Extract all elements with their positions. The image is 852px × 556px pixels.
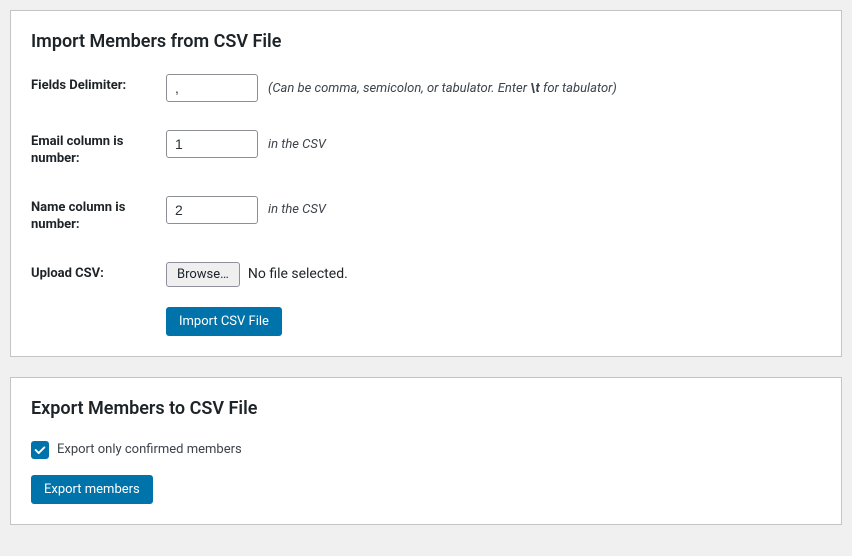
upload-row: Upload CSV: Browse… No file selected. [31, 262, 821, 287]
import-panel: Import Members from CSV File Fields Deli… [10, 10, 842, 357]
name-col-control: in the CSV [166, 196, 326, 224]
delimiter-row: Fields Delimiter: (Can be comma, semicol… [31, 74, 821, 102]
browse-button[interactable]: Browse… [166, 262, 240, 287]
delimiter-hint: (Can be comma, semicolon, or tabulator. … [268, 81, 617, 96]
import-submit-row: Import CSV File [166, 307, 821, 336]
email-col-input[interactable] [166, 130, 258, 158]
delimiter-input[interactable] [166, 74, 258, 102]
export-panel: Export Members to CSV File Export only c… [10, 377, 842, 525]
delimiter-label: Fields Delimiter: [31, 74, 166, 95]
email-col-control: in the CSV [166, 130, 326, 158]
name-col-label: Name column is number: [31, 196, 166, 234]
email-col-hint: in the CSV [268, 137, 326, 152]
import-title: Import Members from CSV File [31, 31, 821, 52]
upload-label: Upload CSV: [31, 262, 166, 283]
check-icon [33, 443, 47, 457]
email-col-row: Email column is number: in the CSV [31, 130, 821, 168]
name-col-row: Name column is number: in the CSV [31, 196, 821, 234]
confirmed-row: Export only confirmed members [31, 441, 821, 459]
file-status: No file selected. [248, 266, 348, 282]
import-button[interactable]: Import CSV File [166, 307, 282, 336]
confirmed-label: Export only confirmed members [57, 442, 242, 457]
export-button[interactable]: Export members [31, 475, 153, 504]
name-col-input[interactable] [166, 196, 258, 224]
email-col-label: Email column is number: [31, 130, 166, 168]
export-title: Export Members to CSV File [31, 398, 821, 419]
name-col-hint: in the CSV [268, 202, 326, 217]
upload-control: Browse… No file selected. [166, 262, 348, 287]
confirmed-checkbox[interactable] [31, 441, 49, 459]
delimiter-control: (Can be comma, semicolon, or tabulator. … [166, 74, 617, 102]
